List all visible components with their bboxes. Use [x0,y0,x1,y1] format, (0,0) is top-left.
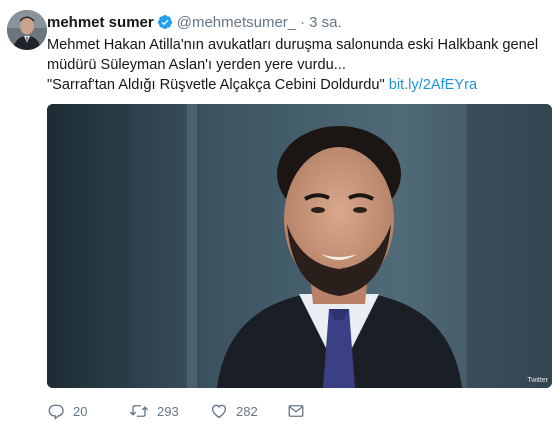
tweet: mehmet sumer @mehmetsumer_ · 3 sa. Mehme… [0,0,552,432]
reply-icon [47,402,65,420]
retweet-count: 293 [157,403,179,419]
tweet-link[interactable]: bit.ly/2AfEYra [389,77,477,93]
author-handle[interactable]: @mehmetsumer_ [177,14,296,31]
verified-badge-icon [157,14,173,30]
direct-message-button[interactable] [287,400,305,422]
reply-button[interactable]: 20 [47,400,87,422]
retweet-button[interactable]: 293 [129,400,179,422]
tweet-text: Mehmet Hakan Atilla'nın avukatları duruş… [47,35,547,95]
media-watermark: Twitter [527,377,548,384]
direct-message-icon [287,402,305,420]
tweet-text-line-2: müdürü Süleyman Aslan'ı yerden yere vurd… [47,57,346,73]
timestamp[interactable]: 3 sa. [309,14,342,31]
tweet-header: mehmet sumer @mehmetsumer_ · 3 sa. [47,11,342,33]
retweet-icon [129,402,149,420]
tweet-actions: 20 293 282 [47,400,347,422]
author-name[interactable]: mehmet sumer [47,14,154,31]
tweet-text-line-3: "Sarraf'tan Aldığı Rüşvetle Alçakça Cebi… [47,75,547,95]
separator-dot: · [300,13,306,31]
like-count: 282 [236,403,258,419]
reply-count: 20 [73,403,88,419]
tweet-quote-text: "Sarraf'tan Aldığı Rüşvetle Alçakça Cebi… [47,77,385,93]
avatar[interactable] [7,10,47,50]
heart-icon [210,402,228,420]
tweet-media-image[interactable]: Twitter [47,104,552,388]
tweet-text-line-1: Mehmet Hakan Atilla'nın avukatları duruş… [47,37,539,53]
like-button[interactable]: 282 [210,400,258,422]
